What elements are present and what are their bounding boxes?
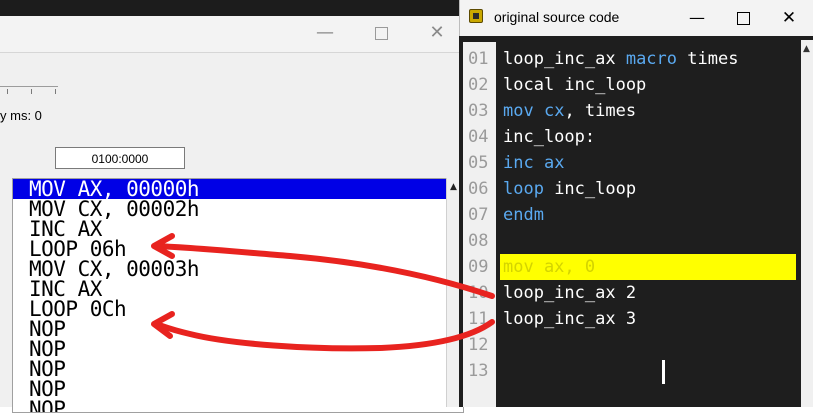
- keyword-token: ax: [543, 153, 565, 173]
- desktop-strip: [0, 0, 460, 16]
- line-number: 05: [468, 153, 489, 173]
- line-number: 12: [468, 335, 489, 355]
- line-number: 04: [468, 127, 489, 147]
- line-number: 09: [468, 257, 489, 277]
- code-token: , times: [564, 101, 637, 121]
- disassembly-row[interactable]: MOV CX, 00002h: [13, 199, 463, 220]
- disassembly-list[interactable]: MOV AX, 00000h MOV CX, 00002h INC AX LOOP 0…: [12, 178, 464, 413]
- code-line[interactable]: 01 loop_inc_ax macro times: [463, 46, 801, 72]
- scroll-up-icon[interactable]: ▲: [450, 182, 457, 192]
- emulator-maximize-icon[interactable]: [358, 16, 404, 52]
- disassembly-row[interactable]: INC AX: [13, 219, 463, 240]
- code-token: mov ax, 0: [503, 257, 596, 277]
- emulator-window: — ✕ y ms: 0 0100:0000 MOV AX, 00000h MOV …: [0, 0, 464, 413]
- keyword-token: loop: [503, 179, 544, 199]
- line-number: 03: [468, 101, 489, 121]
- code-token: loop_inc_ax: [503, 49, 626, 69]
- code-token: inc_loop:: [503, 127, 596, 147]
- line-number: 13: [468, 361, 489, 381]
- disassembly-row[interactable]: INC AX: [13, 279, 463, 300]
- line-number: 02: [468, 75, 489, 95]
- disassembly-row[interactable]: LOOP 0Ch: [13, 299, 463, 320]
- source-title-bar[interactable]: original source code — ✕: [459, 0, 813, 36]
- emulator-minimize-icon[interactable]: —: [302, 16, 348, 52]
- delay-label: y ms: 0: [0, 108, 42, 123]
- scroll-up-icon[interactable]: ▲: [803, 44, 810, 54]
- code-token: times: [677, 49, 739, 69]
- app-icon: [469, 9, 483, 23]
- line-number: 01: [468, 49, 489, 69]
- keyword-token: macro: [625, 49, 678, 69]
- code-text: mov ax, 0: [503, 254, 595, 280]
- code-line[interactable]: 10 loop_inc_ax 2: [463, 280, 801, 306]
- emulator-close-icon[interactable]: ✕: [414, 16, 460, 52]
- address-field[interactable]: 0100:0000: [55, 147, 185, 169]
- code-line[interactable]: 08: [463, 228, 801, 254]
- disassembly-row[interactable]: MOV AX, 00000h: [13, 179, 463, 200]
- keyword-token: inc: [503, 153, 534, 173]
- code-line[interactable]: 07 endm: [463, 202, 801, 228]
- keyword-token: cx: [543, 101, 565, 121]
- code-text: loop_inc_ax macro times: [503, 46, 738, 72]
- code-text: inc ax: [503, 150, 564, 176]
- disassembly-row[interactable]: MOV CX, 00003h: [13, 259, 463, 280]
- line-number: 07: [468, 205, 489, 225]
- code-line[interactable]: 09 mov ax, 0: [463, 254, 801, 280]
- code-token: local inc_loop: [503, 75, 647, 95]
- maximize-icon[interactable]: [720, 0, 766, 36]
- disassembly-row[interactable]: NOP: [13, 359, 463, 380]
- code-line[interactable]: 05 inc ax: [463, 150, 801, 176]
- line-number: 10: [468, 283, 489, 303]
- keyword-token: mov: [503, 101, 534, 121]
- code-token: loop_inc_ax 2: [503, 283, 637, 303]
- line-number: 08: [468, 231, 489, 251]
- code-editor[interactable]: 01 loop_inc_ax macro times 02 local inc_loo…: [463, 42, 801, 407]
- code-line[interactable]: 12: [463, 332, 801, 358]
- disassembly-row[interactable]: NOP: [13, 339, 463, 360]
- code-line[interactable]: 04 inc_loop:: [463, 124, 801, 150]
- code-token: inc_loop: [543, 179, 637, 199]
- editor-scrollbar[interactable]: ▲: [801, 40, 813, 407]
- disassembly-row[interactable]: LOOP 06h: [13, 239, 463, 260]
- close-icon[interactable]: ✕: [766, 0, 812, 36]
- code-text: loop inc_loop: [503, 176, 636, 202]
- disassembly-row[interactable]: NOP: [13, 399, 463, 413]
- code-line[interactable]: 02 local inc_loop: [463, 72, 801, 98]
- minimize-icon[interactable]: —: [674, 0, 720, 36]
- code-line[interactable]: 13: [463, 358, 801, 384]
- code-text: inc_loop:: [503, 124, 595, 150]
- line-number: 11: [468, 309, 489, 329]
- code-text: loop_inc_ax 2: [503, 280, 636, 306]
- keyword-token: endm: [503, 205, 544, 225]
- window-title: original source code: [494, 9, 620, 25]
- code-text: endm: [503, 202, 544, 228]
- disassembly-row[interactable]: NOP: [13, 379, 463, 400]
- code-token: loop_inc_ax 3: [503, 309, 637, 329]
- code-line[interactable]: 03 mov cx, times: [463, 98, 801, 124]
- code-line[interactable]: 11 loop_inc_ax 3: [463, 306, 801, 332]
- code-text: loop_inc_ax 3: [503, 306, 636, 332]
- source-code-window: original source code — ✕ 01 loop_inc_ax m…: [459, 0, 813, 407]
- disassembly-row[interactable]: NOP: [13, 319, 463, 340]
- code-text: local inc_loop: [503, 72, 646, 98]
- code-text: mov cx, times: [503, 98, 636, 124]
- code-line[interactable]: 06 loop inc_loop: [463, 176, 801, 202]
- line-number: 06: [468, 179, 489, 199]
- delay-slider[interactable]: [0, 86, 58, 95]
